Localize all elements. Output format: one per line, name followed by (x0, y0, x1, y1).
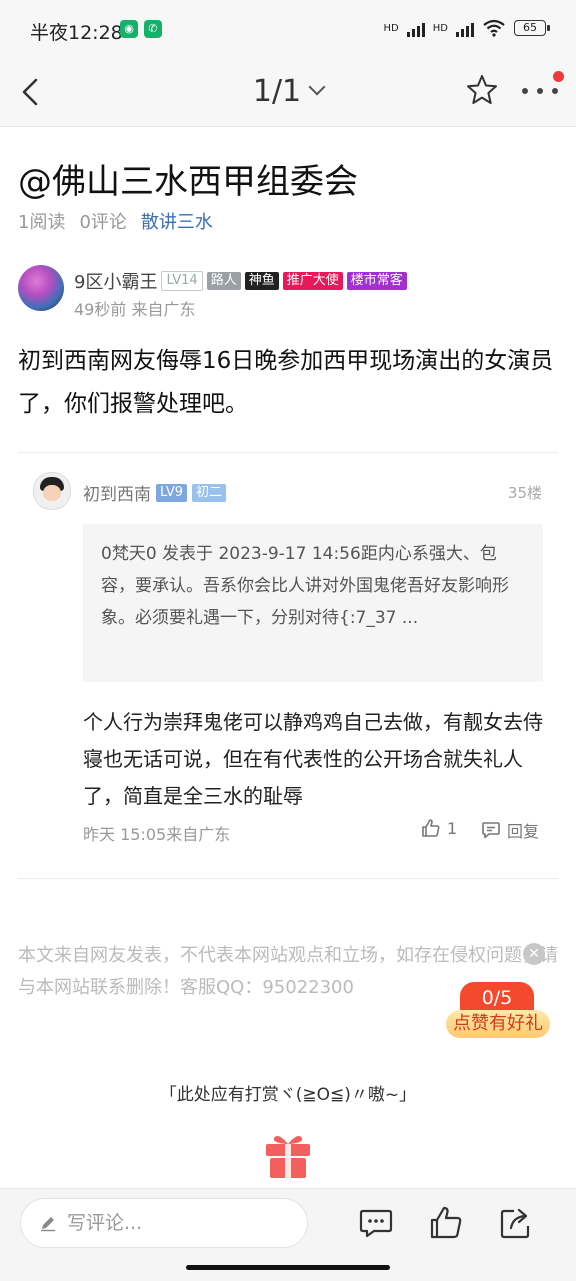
home-indicator (186, 1265, 390, 1270)
title-badge: 神鱼 (244, 272, 279, 290)
gift-label: 点赞有好礼 (446, 1010, 550, 1038)
thumbs-up-icon[interactable] (428, 1205, 464, 1241)
like-count: 1 (447, 818, 458, 838)
commenter-avatar[interactable] (33, 472, 71, 510)
like-gift-badge[interactable]: 0/5 点赞有好礼 (446, 982, 550, 1040)
author-info: 9区小霸王 LV14 路人 神鱼 推广大使 楼市常客 (74, 268, 407, 294)
reply-label: 回复 (507, 822, 540, 841)
wifi-icon (483, 19, 505, 37)
comment-input[interactable] (65, 1211, 289, 1235)
gift-icon[interactable] (262, 1128, 314, 1180)
comment-time: 昨天 15:05来自广东 (83, 825, 231, 844)
signal-icon-2 (456, 19, 474, 37)
top-nav-bar: 1/1 (0, 60, 576, 127)
status-right: HD HD 65 (383, 19, 550, 37)
thumbs-up-icon (422, 819, 440, 837)
title-badge: 路人 (206, 272, 241, 290)
like-button[interactable]: 1 (421, 818, 457, 838)
chevron-down-icon (308, 78, 326, 96)
commenter-name[interactable]: 初到西南 (83, 480, 151, 505)
shield-app-icon: ◉ (120, 20, 138, 38)
network-label-1: HD (383, 22, 399, 34)
comment-input-box[interactable] (20, 1198, 308, 1248)
level-badge: LV14 (161, 271, 203, 291)
title-badge: 楼市常客 (346, 272, 407, 290)
pencil-icon (41, 1217, 55, 1232)
reply-bubble-icon (482, 822, 500, 839)
status-bar: 半夜12:28 ◉ ✆ HD HD 65 (0, 0, 576, 60)
title-badge: 初二 (191, 483, 226, 502)
author-meta: 49秒前 来自广东 (74, 300, 196, 319)
gift-progress: 0/5 (460, 982, 534, 1012)
post-content: 初到西南网友侮辱16日晚参加西甲现场演出的女演员了，你们报警处理吧。 (18, 348, 554, 417)
status-time: 半夜12:28 (30, 22, 123, 44)
author-avatar[interactable] (18, 265, 64, 311)
share-icon[interactable] (498, 1205, 534, 1241)
post-meta: 1阅读 0评论 散讲三水 (18, 208, 213, 234)
comment-text: 个人行为崇拜鬼佬可以静鸡鸡自己去做，有靓女去侍寝也无话可说，但在有代表性的公开场… (83, 710, 543, 808)
level-badge: LV9 (156, 483, 187, 502)
divider (18, 452, 558, 453)
comment-count: 0评论 (79, 212, 127, 233)
battery-icon: 65 (514, 20, 550, 36)
divider (18, 878, 558, 879)
page-indicator: 1/1 (252, 74, 302, 109)
floor-number: 35楼 (507, 484, 542, 502)
star-favorite-icon[interactable] (464, 72, 500, 108)
quoted-reply: 0梵天0 发表于 2023-9-17 14:56距内心系强大、包容，要承认。吾系… (83, 524, 543, 682)
network-label-2: HD (432, 22, 448, 34)
author-name[interactable]: 9区小霸王 (74, 268, 157, 294)
reward-prompt: 「此处应有打赏ヾ(≧O≦)〃嗷~」 (159, 1085, 417, 1105)
commenter-info: 初到西南 LV9 初二 (83, 480, 226, 505)
post-title: @佛山三水西甲组委会 (18, 162, 358, 202)
signal-icon (406, 19, 425, 37)
read-count: 1阅读 (18, 212, 66, 233)
category-link[interactable]: 散讲三水 (141, 212, 213, 233)
close-icon[interactable]: ✕ (523, 943, 545, 965)
title-badge: 推广大使 (282, 272, 343, 290)
more-options-icon[interactable] (520, 82, 560, 102)
notification-dot (553, 71, 564, 82)
reply-button[interactable]: 回复 (481, 818, 539, 842)
comments-icon[interactable] (358, 1205, 394, 1241)
phone-app-icon: ✆ (144, 20, 162, 38)
